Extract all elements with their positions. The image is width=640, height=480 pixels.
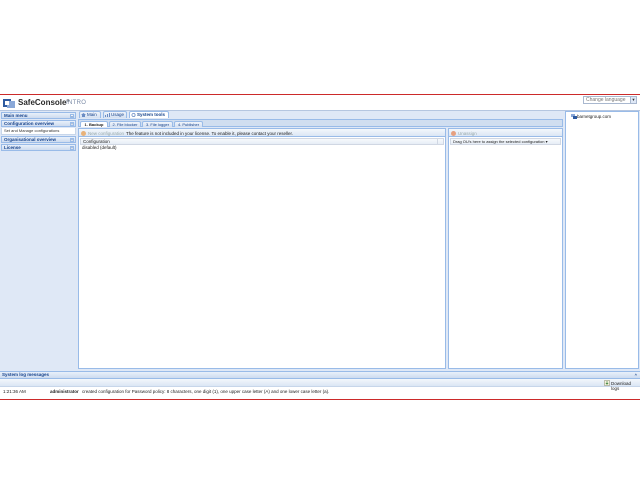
header-spacer bbox=[437, 139, 443, 145]
tools-icon bbox=[131, 113, 136, 117]
table-row[interactable]: disabled (default) bbox=[80, 145, 444, 151]
sidebar-section-label: License bbox=[4, 145, 21, 150]
column-header-drag-ous[interactable]: Drag OU's here to assign the selected co… bbox=[450, 138, 561, 145]
tree-item-domain[interactable]: barnetgroup.com bbox=[577, 114, 611, 119]
unassign-button[interactable]: Unassign bbox=[458, 131, 477, 136]
chevron-down-icon[interactable]: ˅ bbox=[70, 137, 74, 142]
tab-system-tools[interactable]: System tools bbox=[129, 111, 169, 118]
tab-label: Usage bbox=[111, 112, 125, 117]
app-window: SafeConsole® INTRO Change language ▼ Mai… bbox=[0, 94, 640, 400]
download-icon bbox=[604, 380, 610, 386]
language-select-placeholder: Change language bbox=[586, 97, 626, 103]
system-log-toolbar: Download logs bbox=[0, 379, 640, 391]
usage-toolbar: Unassign bbox=[449, 129, 562, 137]
column-header-configuration[interactable]: Configuration bbox=[80, 138, 444, 145]
system-log-title: System log messages bbox=[2, 372, 50, 377]
app-title: SafeConsole® bbox=[18, 98, 70, 107]
add-icon bbox=[81, 130, 86, 136]
system-log-header[interactable]: System log messages ˄ bbox=[0, 372, 640, 379]
sidebar-section-label: Organisational overview bbox=[4, 137, 57, 142]
sidebar-section-label: Configuration overview bbox=[4, 121, 55, 126]
configuration-table: Configuration disabled (default) bbox=[80, 138, 444, 151]
tab-backup[interactable]: 1. Backup bbox=[80, 121, 108, 127]
sidebar-item-manage-configurations[interactable]: Set and Manage configurations bbox=[1, 128, 76, 135]
log-entry-user: administrator bbox=[50, 389, 79, 394]
tab-label: Main bbox=[87, 112, 97, 117]
language-select[interactable]: Change language ▼ bbox=[583, 96, 637, 104]
chevron-down-icon[interactable]: ▼ bbox=[630, 97, 636, 103]
organisation-tree: barnetgroup.com bbox=[565, 111, 639, 369]
home-icon bbox=[81, 113, 86, 117]
sidebar-section-configuration-overview[interactable]: Configuration overview ˄ bbox=[1, 120, 76, 127]
sub-tabs: 1. Backup 2. File blocker 3. File logger… bbox=[78, 119, 563, 127]
collapse-icon[interactable]: « bbox=[70, 113, 74, 118]
tab-publisher[interactable]: 4. Publisher bbox=[174, 121, 203, 127]
sidebar-section-license[interactable]: License ˅ bbox=[1, 144, 76, 151]
chart-icon bbox=[105, 113, 110, 117]
logo-icon bbox=[3, 99, 15, 108]
license-notice: The feature is not included in your lice… bbox=[126, 130, 294, 136]
header: SafeConsole® INTRO Change language ▼ bbox=[0, 95, 640, 111]
log-entry: 1:21:36 AM administrator created configu… bbox=[0, 388, 640, 395]
sidebar-section-organisational-overview[interactable]: Organisational overview ˅ bbox=[1, 136, 76, 143]
column-header-label: Drag OU's here to assign the selected co… bbox=[453, 139, 545, 144]
sort-desc-icon: ▾ bbox=[545, 139, 548, 144]
configuration-panel: New configuration The feature is not inc… bbox=[78, 128, 446, 369]
chevron-down-icon[interactable]: ˅ bbox=[70, 145, 74, 150]
log-entry-message: created configuration for Password polic… bbox=[82, 389, 330, 394]
main-tabs: Main Usage System tools bbox=[79, 111, 562, 118]
new-configuration-button[interactable]: New configuration bbox=[88, 131, 124, 136]
sidebar-section-label: Main menu bbox=[4, 113, 28, 118]
sidebar: Main menu « Configuration overview ˄ Set… bbox=[1, 112, 76, 370]
remove-icon bbox=[451, 130, 456, 136]
chevron-up-icon[interactable]: ˄ bbox=[70, 121, 74, 126]
configuration-toolbar: New configuration The feature is not inc… bbox=[79, 129, 445, 137]
usage-panel: Unassign Drag OU's here to assign the se… bbox=[448, 128, 563, 369]
sidebar-section-main-menu[interactable]: Main menu « bbox=[1, 112, 76, 119]
log-entry-time: 1:21:36 AM bbox=[3, 389, 26, 394]
column-header-label: Configuration bbox=[83, 139, 110, 144]
tab-file-logger[interactable]: 3. File logger bbox=[142, 121, 173, 127]
collapse-icon[interactable]: ˄ bbox=[635, 372, 637, 378]
tab-label: System tools bbox=[137, 112, 166, 117]
system-log-panel: System log messages ˄ Download logs 1:21… bbox=[0, 371, 640, 399]
tab-file-blocker[interactable]: 2. File blocker bbox=[109, 121, 141, 127]
tab-usage[interactable]: Usage bbox=[103, 111, 127, 118]
tab-main[interactable]: Main bbox=[79, 111, 101, 118]
app-edition: INTRO bbox=[66, 99, 87, 106]
